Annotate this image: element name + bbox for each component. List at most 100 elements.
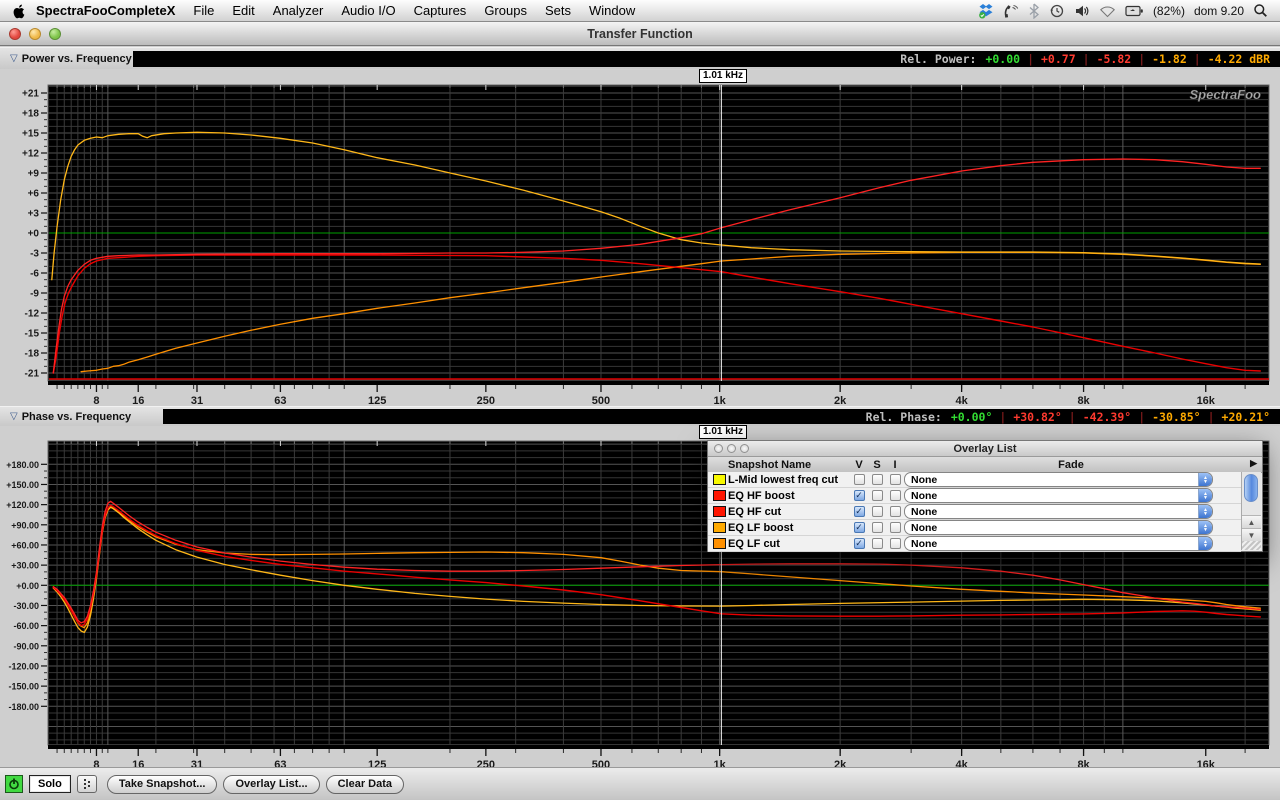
menu-sets[interactable]: Sets xyxy=(536,3,580,18)
v-checkbox[interactable]: ✓ xyxy=(854,538,865,549)
snapshot-row[interactable]: EQ LF cut✓None▲▼ xyxy=(708,536,1241,552)
readout-separator: | xyxy=(1138,52,1145,66)
s-checkbox[interactable] xyxy=(872,490,883,501)
snapshot-color-swatch xyxy=(713,474,726,485)
overlay-list-window[interactable]: Overlay List Snapshot Name V S I Fade ▶ … xyxy=(707,440,1263,552)
dropbox-icon[interactable] xyxy=(978,3,994,19)
clear-data-button[interactable]: Clear Data xyxy=(326,775,404,794)
fade-dropdown[interactable]: None▲▼ xyxy=(904,472,1213,487)
svg-text:250: 250 xyxy=(477,759,495,767)
readout-label: Rel. Power: xyxy=(900,52,976,66)
fade-dropdown[interactable]: None▲▼ xyxy=(904,504,1213,519)
snapshot-row[interactable]: EQ LF boost ✓ None▲▼ xyxy=(708,520,1241,536)
window-title-bar[interactable]: Transfer Function xyxy=(0,22,1280,46)
menu-file[interactable]: File xyxy=(184,3,223,18)
menu-groups[interactable]: Groups xyxy=(475,3,536,18)
zoom-button[interactable] xyxy=(49,28,61,40)
battery-icon[interactable] xyxy=(1125,5,1144,17)
overlay-close-button[interactable] xyxy=(714,444,723,453)
svg-text:-60.00: -60.00 xyxy=(13,621,39,631)
readout-separator: | xyxy=(1083,52,1090,66)
time-machine-icon[interactable] xyxy=(1049,3,1065,19)
overlay-scrollbar-thumb[interactable] xyxy=(1244,474,1258,502)
readout-separator: | xyxy=(1208,410,1215,424)
v-checkbox[interactable]: ✓ xyxy=(854,506,865,517)
matrix-router-button[interactable] xyxy=(77,775,97,793)
i-checkbox[interactable] xyxy=(890,538,901,549)
svg-text:2k: 2k xyxy=(834,759,847,767)
snapshot-name: EQ HF boost xyxy=(728,490,850,502)
power-toggle-button[interactable] xyxy=(5,775,23,793)
take-snapshot-button[interactable]: Take Snapshot... xyxy=(107,775,218,794)
snapshot-name: EQ HF cut xyxy=(728,506,850,518)
i-checkbox[interactable] xyxy=(890,474,901,485)
i-checkbox[interactable] xyxy=(890,522,901,533)
menu-audio-i-o[interactable]: Audio I/O xyxy=(332,3,404,18)
menu-app-name[interactable]: SpectraFooCompleteX xyxy=(27,0,184,21)
svg-text:+6: +6 xyxy=(28,189,40,200)
readout-value: +0.77 xyxy=(1041,52,1076,66)
s-checkbox[interactable] xyxy=(872,506,883,517)
wifi-icon[interactable] xyxy=(1099,4,1116,18)
rel-phase-readout: Rel. Phase:+0.00°|+30.82°|-42.39°|-30.85… xyxy=(163,409,1280,424)
readout-value: -42.39° xyxy=(1083,410,1131,424)
close-button[interactable] xyxy=(9,28,21,40)
s-checkbox[interactable] xyxy=(872,522,883,533)
menu-clock[interactable]: dom 9.20 xyxy=(1194,4,1244,18)
overlay-list-title-bar[interactable]: Overlay List xyxy=(708,441,1262,457)
svg-text:8k: 8k xyxy=(1077,395,1090,406)
svg-text:31: 31 xyxy=(191,395,203,406)
readout-value: +0.00° xyxy=(951,410,993,424)
menu-bar: SpectraFooCompleteX FileEditAnalyzerAudi… xyxy=(0,0,1280,22)
fade-dropdown[interactable]: None▲▼ xyxy=(904,536,1213,551)
fade-dropdown[interactable]: None▲▼ xyxy=(904,488,1213,503)
spotlight-icon[interactable] xyxy=(1253,3,1268,18)
minimize-button[interactable] xyxy=(29,28,41,40)
overlay-minimize-button[interactable] xyxy=(727,444,736,453)
battery-percent: (82%) xyxy=(1153,4,1185,18)
fade-dropdown[interactable]: None▲▼ xyxy=(904,520,1213,535)
readout-separator: | xyxy=(999,410,1006,424)
menu-status-area: (82%) dom 9.20 xyxy=(978,3,1280,19)
power-section-header: ▽ Power vs. Frequency Rel. Power:+0.00|+… xyxy=(0,47,1280,69)
v-checkbox[interactable] xyxy=(854,474,865,485)
overlay-scrollbar[interactable]: ▲ ▼ xyxy=(1241,472,1261,550)
apple-menu[interactable] xyxy=(12,3,25,19)
phone-icon[interactable] xyxy=(1003,3,1019,19)
volume-icon[interactable] xyxy=(1074,3,1090,19)
svg-text:125: 125 xyxy=(368,395,386,406)
svg-text:-21: -21 xyxy=(25,369,40,380)
snapshot-row[interactable]: L-Mid lowest freq cutNone▲▼ xyxy=(708,472,1241,488)
svg-text:+12: +12 xyxy=(22,149,39,160)
scroll-down-button[interactable]: ▼ xyxy=(1242,528,1261,541)
svg-text:+150.00: +150.00 xyxy=(6,480,39,490)
svg-text:4k: 4k xyxy=(955,759,968,767)
column-scroll-right-icon[interactable]: ▶ xyxy=(1250,458,1257,469)
v-checkbox[interactable]: ✓ xyxy=(854,490,865,501)
overlay-list-button[interactable]: Overlay List... xyxy=(223,775,319,794)
menu-window[interactable]: Window xyxy=(580,3,644,18)
menu-edit[interactable]: Edit xyxy=(223,3,263,18)
resize-grip[interactable] xyxy=(1242,541,1261,550)
overlay-zoom-button[interactable] xyxy=(740,444,749,453)
disclosure-triangle-icon[interactable]: ▽ xyxy=(10,53,18,64)
i-checkbox[interactable] xyxy=(890,506,901,517)
svg-text:63: 63 xyxy=(274,759,286,767)
i-checkbox[interactable] xyxy=(890,490,901,501)
s-checkbox[interactable] xyxy=(872,538,883,549)
snapshot-row[interactable]: EQ HF cut ✓ None▲▼ xyxy=(708,504,1241,520)
svg-text:125: 125 xyxy=(368,759,386,767)
solo-button[interactable]: Solo xyxy=(29,775,71,793)
disclosure-triangle-icon[interactable]: ▽ xyxy=(10,411,18,422)
phase-section-header: ▽ Phase vs. Frequency Rel. Phase:+0.00°|… xyxy=(0,406,1280,426)
snapshot-row[interactable]: EQ HF boost ✓ None▲▼ xyxy=(708,488,1241,504)
menu-analyzer[interactable]: Analyzer xyxy=(264,3,333,18)
power-vs-frequency-plot[interactable]: 81631631252505001k2k4k8k16k+21+18+15+12+… xyxy=(0,83,1280,406)
snapshot-name: EQ LF boost xyxy=(728,522,850,534)
menu-captures[interactable]: Captures xyxy=(405,3,476,18)
readout-value: +30.82° xyxy=(1013,410,1061,424)
scroll-up-button[interactable]: ▲ xyxy=(1242,515,1261,528)
bluetooth-icon[interactable] xyxy=(1028,3,1040,19)
s-checkbox[interactable] xyxy=(872,474,883,485)
v-checkbox[interactable]: ✓ xyxy=(854,522,865,533)
